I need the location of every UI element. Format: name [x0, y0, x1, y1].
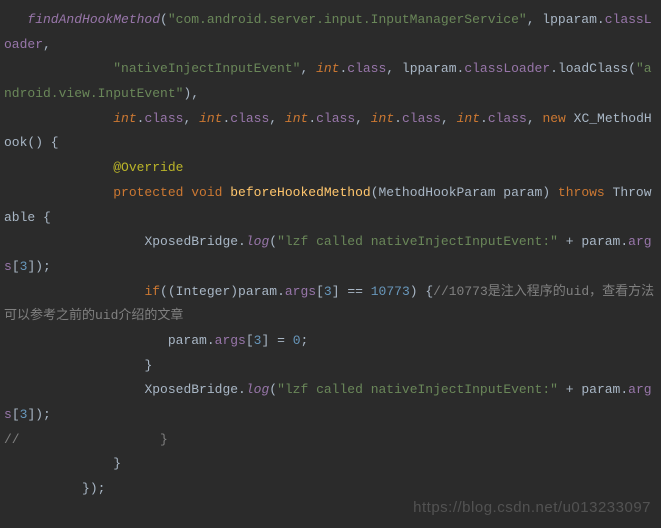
keyword: new [542, 111, 573, 126]
string-literal: "lzf called nativeInjectInputEvent:" [277, 234, 558, 249]
keyword: protected void [113, 185, 230, 200]
keyword: if [144, 284, 160, 299]
keyword: int [316, 61, 339, 76]
annotation: @Override [113, 160, 183, 175]
method-call: findAndHookMethod [27, 12, 160, 27]
method-call: log [246, 234, 269, 249]
method-name: beforeHookedMethod [230, 185, 370, 200]
string-literal: "nativeInjectInputEvent" [113, 61, 300, 76]
number: 10773 [371, 284, 410, 299]
code-block: findAndHookMethod("com.android.server.in… [4, 8, 657, 502]
comment: // } [4, 432, 168, 447]
string-literal: "com.android.server.input.InputManagerSe… [168, 12, 527, 27]
